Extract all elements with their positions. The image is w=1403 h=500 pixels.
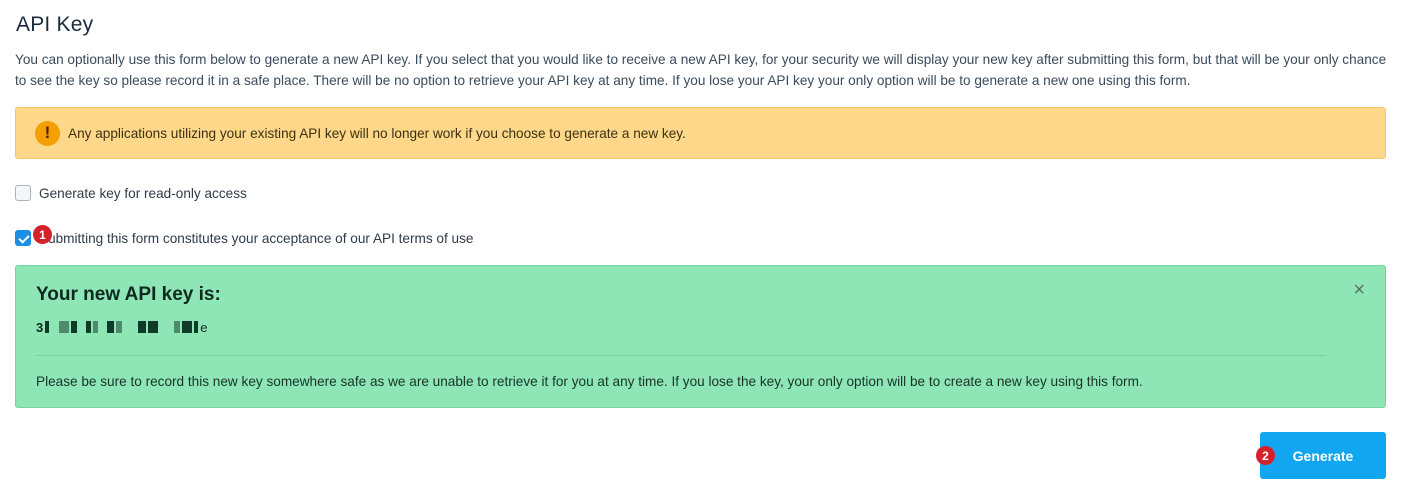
api-key-prefix: 3 bbox=[36, 319, 44, 335]
redacted-key-mask bbox=[45, 321, 199, 333]
intro-text: You can optionally use this form below t… bbox=[15, 52, 1387, 88]
close-icon[interactable]: × bbox=[1353, 280, 1365, 300]
terms-checkbox[interactable] bbox=[15, 230, 31, 246]
readonly-checkbox[interactable] bbox=[15, 185, 31, 201]
success-heading: Your new API key is: bbox=[36, 284, 221, 305]
step-badge-1: 1 bbox=[33, 225, 52, 244]
warning-text: Any applications utilizing your existing… bbox=[68, 125, 686, 141]
success-alert: Your new API key is: × 3 e Please be sur… bbox=[15, 265, 1386, 408]
readonly-option[interactable]: Generate key for read-only access bbox=[15, 185, 247, 201]
page-title: API Key bbox=[16, 13, 94, 36]
success-note: Please be sure to record this new key so… bbox=[36, 374, 1143, 389]
api-key-suffix: e bbox=[200, 319, 208, 335]
success-divider bbox=[36, 355, 1325, 356]
exclamation-icon: ! bbox=[35, 120, 60, 146]
terms-label: Submitting this form constitutes your ac… bbox=[39, 230, 474, 246]
api-key-value: 3 e bbox=[36, 319, 207, 335]
readonly-label: Generate key for read-only access bbox=[39, 185, 247, 201]
warning-alert: ! Any applications utilizing your existi… bbox=[15, 107, 1386, 159]
generate-button[interactable]: Generate bbox=[1260, 432, 1386, 479]
terms-option[interactable]: Submitting this form constitutes your ac… bbox=[15, 230, 473, 246]
step-badge-2: 2 bbox=[1256, 446, 1275, 465]
